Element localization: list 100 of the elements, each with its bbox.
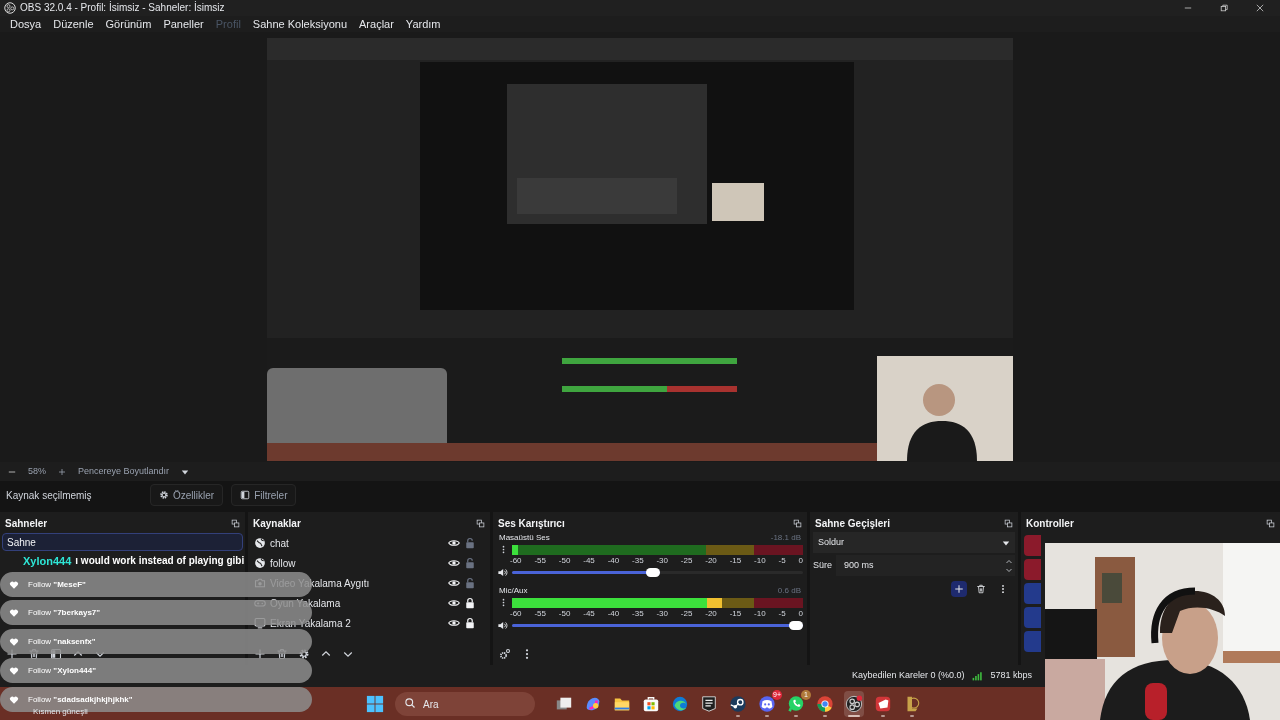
globe-icon — [254, 557, 266, 569]
chat-message: ı would work instead of playing gibi — [75, 554, 245, 568]
fist-icon — [874, 694, 892, 713]
scale-mode-label: Pencereye Boyutlandır — [78, 464, 170, 478]
transition-select[interactable]: Soldur — [813, 532, 1015, 553]
window-title: OBS 32.0.4 - Profil: İsimsiz - Sahneler: İsimsiz — [20, 3, 226, 13]
zoom-in-button[interactable] — [58, 467, 66, 476]
dock-title: Kontroller — [1026, 517, 1074, 531]
scale-label: -25 — [680, 609, 693, 619]
scale-label: -55 — [534, 609, 546, 619]
dock-title: Sahne Geçişleri — [815, 517, 891, 531]
alert-text: Follow "MeseF" — [28, 578, 86, 591]
heart-icon — [9, 694, 19, 705]
scale-label: -20 — [705, 556, 717, 566]
alert-text: Follow "7berkays7" — [28, 606, 101, 619]
undock-icon[interactable] — [793, 519, 802, 528]
settings-button[interactable] — [499, 648, 511, 660]
slider-thumb[interactable] — [789, 621, 803, 630]
visibility-toggle-icon[interactable] — [448, 577, 460, 589]
visibility-toggle-icon[interactable] — [448, 537, 460, 549]
dropdown-button[interactable] — [181, 467, 190, 476]
duration-label: Süre — [813, 558, 832, 572]
speaker-icon — [497, 620, 508, 631]
db-reading: 0.6 dB — [777, 585, 801, 596]
dock-title: Kaynaklar — [253, 517, 301, 531]
field-value: 900 ms — [844, 558, 874, 572]
menu-item[interactable]: Sahne Koleksiyonu — [246, 16, 353, 32]
heart-icon — [9, 607, 19, 618]
visibility-toggle-icon[interactable] — [448, 557, 460, 569]
dropped-frames-label: Kaybedilen Kareler 0 (%0.0) — [851, 669, 965, 683]
scale-label: -35 — [632, 609, 644, 619]
undock-icon[interactable] — [476, 519, 485, 528]
locked-icon[interactable] — [464, 617, 476, 629]
scale-label: -5 — [778, 609, 786, 619]
caret-icon — [1002, 538, 1010, 547]
undock-icon[interactable] — [1004, 519, 1013, 528]
slider-thumb[interactable] — [646, 568, 661, 577]
dock-title: Ses Karıştırıcı — [498, 517, 565, 531]
menu-item[interactable]: Görünüm — [99, 16, 158, 32]
no-source-label: Kaynak seçilmemiş — [6, 488, 93, 503]
alert-text: Follow "naksenfx" — [28, 635, 96, 648]
channel-name: Masaüstü Ses — [499, 532, 550, 543]
bitrate-label: 5781 kbps — [990, 669, 1032, 683]
scale-label: -50 — [558, 609, 571, 619]
scene-item[interactable]: Sahne — [2, 533, 243, 551]
scale-label: -30 — [656, 556, 668, 566]
scale-label: -10 — [754, 556, 766, 566]
shield-icon — [700, 694, 718, 713]
alert-text: Follow "sdadsadkjhkjhjkhk" — [28, 693, 133, 706]
increment-icon[interactable] — [1005, 557, 1013, 566]
steam-icon — [729, 694, 747, 713]
scale-label: -25 — [680, 556, 693, 566]
volume-slider[interactable] — [512, 571, 803, 574]
scale-label: -50 — [558, 556, 571, 566]
scale-label: -55 — [534, 556, 546, 566]
undock-icon[interactable] — [231, 519, 240, 528]
browser-circle-icon — [816, 694, 834, 713]
unlocked-icon[interactable] — [464, 557, 476, 569]
properties-button[interactable]: Özellikler — [150, 484, 224, 506]
menu-item[interactable]: Paneller — [157, 16, 210, 32]
menu-item[interactable]: Düzenle — [47, 16, 100, 32]
visibility-toggle-icon[interactable] — [448, 597, 460, 609]
select-value: Soldur — [818, 535, 844, 549]
heart-icon — [9, 579, 19, 590]
menu-item[interactable]: Dosya — [4, 16, 48, 32]
scale-label: -40 — [607, 556, 620, 566]
visibility-toggle-icon[interactable] — [448, 617, 460, 629]
source-item[interactable]: follow — [270, 555, 444, 571]
menu-item[interactable]: Yardım — [399, 16, 447, 32]
undock-icon[interactable] — [1266, 519, 1275, 528]
minimize-icon — [1184, 4, 1192, 12]
unlocked-icon[interactable] — [464, 537, 476, 549]
duration-spinbox[interactable]: 900 ms — [836, 555, 1015, 576]
scale-label: -60 — [510, 556, 522, 566]
app-logo-icon — [4, 2, 16, 14]
obs-icon — [845, 694, 863, 713]
filters-button[interactable]: Filtreler — [231, 484, 297, 506]
source-item[interactable]: chat — [270, 535, 444, 551]
search-field[interactable]: Ara — [395, 692, 535, 717]
unlocked-icon[interactable] — [464, 577, 476, 589]
wave-circle-icon — [671, 694, 689, 713]
scale-label: -20 — [705, 609, 717, 619]
plus-icon — [954, 584, 964, 594]
menu-item[interactable]: Araçlar — [353, 16, 400, 32]
add-button[interactable] — [951, 581, 967, 597]
speaker-icon — [497, 567, 508, 578]
taskbar-app-button[interactable] — [844, 690, 864, 717]
locked-icon[interactable] — [464, 597, 476, 609]
scale-label: 0 — [798, 556, 803, 566]
heart-icon — [9, 665, 19, 676]
dock-title: Sahneler — [5, 517, 48, 531]
caret-icon — [181, 467, 190, 476]
scale-label: -15 — [729, 609, 742, 619]
scale-label: -5 — [778, 556, 786, 566]
close-icon — [1256, 4, 1264, 12]
db-reading: -18.1 dB — [770, 532, 801, 543]
heart-icon — [9, 636, 19, 647]
start-button[interactable] — [366, 693, 386, 714]
volume-slider[interactable] — [512, 624, 803, 627]
filter-icon — [240, 490, 251, 500]
